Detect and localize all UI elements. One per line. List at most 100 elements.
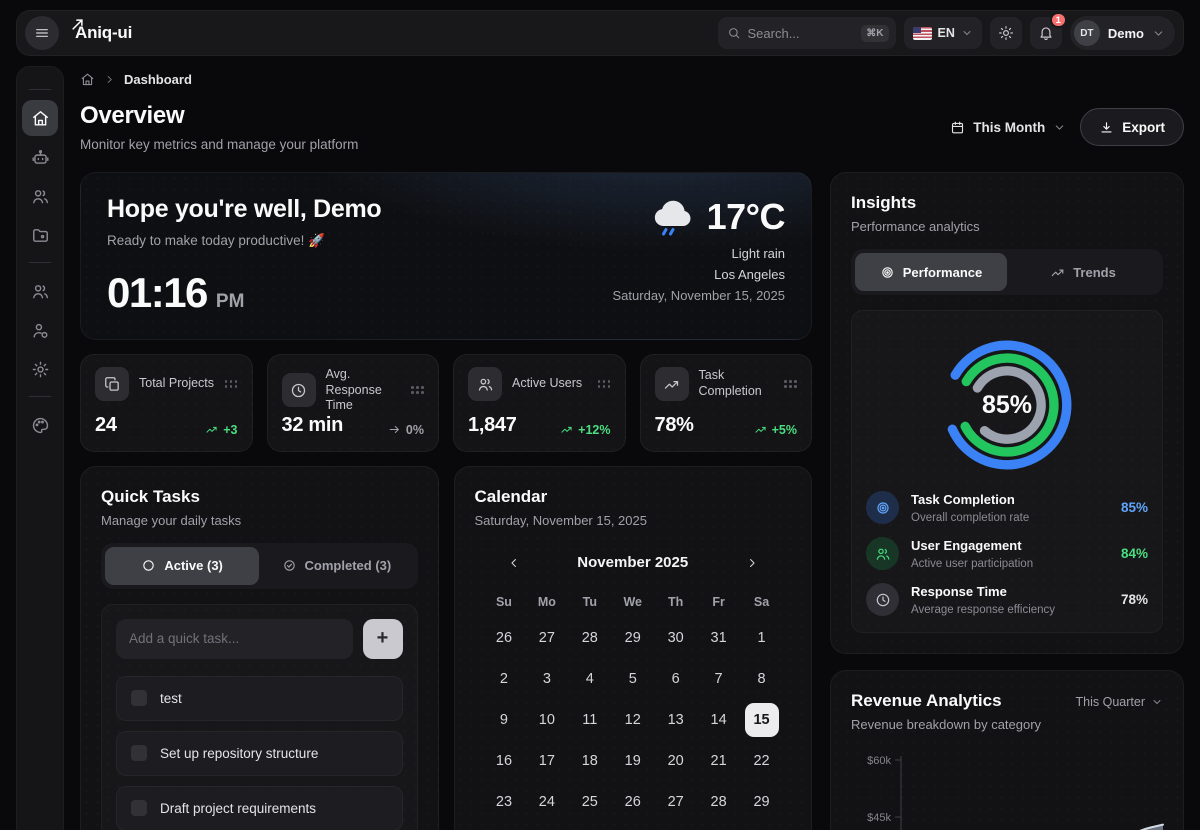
calendar-day-header: Su <box>496 590 512 614</box>
bot-icon <box>31 148 50 167</box>
calendar-day[interactable]: 3 <box>530 662 564 696</box>
quick-tasks-subtitle: Manage your daily tasks <box>101 513 418 528</box>
weather-temperature: 17°C <box>707 196 785 238</box>
task-row[interactable]: Set up repository structure <box>116 731 403 776</box>
calendar-day[interactable]: 2 <box>487 662 521 696</box>
calendar-day[interactable]: 24 <box>530 785 564 819</box>
stat-card-avg-response-time: Avg. Response Time 32 min 0% <box>267 354 440 452</box>
calendar-day[interactable]: 13 <box>659 703 693 737</box>
add-task-input[interactable] <box>116 619 353 659</box>
calendar-day[interactable]: 29 <box>745 785 779 819</box>
palette-icon <box>31 416 50 435</box>
language-selector[interactable]: EN <box>904 17 982 49</box>
calendar-day[interactable]: 28 <box>573 621 607 655</box>
drag-handle[interactable] <box>411 386 424 394</box>
drag-handle[interactable] <box>598 380 611 388</box>
tab-active-tasks[interactable]: Active (3) <box>105 547 259 585</box>
export-button[interactable]: Export <box>1080 108 1184 146</box>
sidebar-item-settings[interactable] <box>22 351 58 387</box>
calendar-day[interactable]: 17 <box>530 744 564 778</box>
users-icon <box>31 282 50 301</box>
sidebar-item-appearance[interactable] <box>22 407 58 443</box>
calendar-day[interactable]: 27 <box>530 621 564 655</box>
chevron-left-icon <box>507 556 521 570</box>
logo[interactable]: Aniq-ui <box>73 23 132 43</box>
task-row[interactable]: Draft project requirements <box>116 786 403 830</box>
home-icon[interactable] <box>80 72 95 87</box>
period-label: This Month <box>973 120 1045 135</box>
sidebar-item-projects[interactable] <box>22 217 58 253</box>
calendar-day[interactable]: 19 <box>616 744 650 778</box>
calendar-day[interactable]: 6 <box>659 662 693 696</box>
chevron-down-icon <box>961 27 973 39</box>
calendar-day[interactable]: 16 <box>487 744 521 778</box>
calendar-day[interactable]: 22 <box>745 744 779 778</box>
add-task-button[interactable]: + <box>363 619 403 659</box>
calendar-day[interactable]: 27 <box>659 785 693 819</box>
search-input[interactable] <box>748 26 855 41</box>
stat-label: Active Users <box>512 376 588 392</box>
sidebar-item-account[interactable] <box>22 312 58 348</box>
calendar-day[interactable]: 5 <box>616 662 650 696</box>
notifications-button[interactable]: 1 <box>1030 17 1062 49</box>
task-checkbox[interactable] <box>131 800 147 816</box>
circle-icon <box>141 558 156 573</box>
calendar-prev-button[interactable] <box>503 552 525 574</box>
breadcrumb-current[interactable]: Dashboard <box>124 72 192 87</box>
task-row[interactable]: test <box>116 676 403 721</box>
calendar-day[interactable]: 18 <box>573 744 607 778</box>
calendar-next-button[interactable] <box>741 552 763 574</box>
user-icon <box>31 321 50 340</box>
sidebar-item-users[interactable] <box>22 178 58 214</box>
sidebar-item-home[interactable] <box>22 100 58 136</box>
tab-completed-tasks[interactable]: Completed (3) <box>259 547 413 585</box>
calendar-day[interactable]: 8 <box>745 662 779 696</box>
calendar-day[interactable]: 25 <box>573 785 607 819</box>
calendar-day[interactable]: 7 <box>702 662 736 696</box>
calendar-day-header: Th <box>668 590 683 614</box>
search-box[interactable]: ⌘K <box>718 17 896 49</box>
calendar-day-header: Sa <box>754 590 769 614</box>
drag-handle[interactable] <box>784 380 797 388</box>
calendar-day[interactable]: 1 <box>745 621 779 655</box>
calendar-day[interactable]: 15 <box>745 703 779 737</box>
sidebar <box>16 66 64 830</box>
calendar-day[interactable]: 12 <box>616 703 650 737</box>
welcome-message: Ready to make today productive! 🚀 <box>107 233 381 249</box>
calendar-day[interactable]: 14 <box>702 703 736 737</box>
task-checkbox[interactable] <box>131 745 147 761</box>
calendar-day[interactable]: 11 <box>573 703 607 737</box>
welcome-card: Hope you're well, Demo Ready to make tod… <box>80 172 812 340</box>
period-selector[interactable]: This Month <box>950 120 1066 135</box>
tab-performance[interactable]: Performance <box>855 253 1007 291</box>
calendar-day[interactable]: 28 <box>702 785 736 819</box>
calendar-day[interactable]: 9 <box>487 703 521 737</box>
menu-toggle-button[interactable] <box>25 16 59 50</box>
calendar-day[interactable]: 31 <box>702 621 736 655</box>
calendar-day[interactable]: 4 <box>573 662 607 696</box>
revenue-area-chart: $60k$45k$30k <box>851 744 1165 830</box>
donut-ring-1 <box>931 329 1083 481</box>
user-menu[interactable]: DT Demo <box>1070 16 1175 50</box>
y-axis-tick-label: $45k <box>867 812 891 824</box>
calendar-day[interactable]: 26 <box>487 621 521 655</box>
calendar-day[interactable]: 23 <box>487 785 521 819</box>
revenue-period-selector[interactable]: This Quarter <box>1076 695 1163 709</box>
sidebar-item-team[interactable] <box>22 273 58 309</box>
calendar-day[interactable]: 26 <box>616 785 650 819</box>
theme-toggle-button[interactable] <box>990 17 1022 49</box>
calendar-day[interactable]: 30 <box>659 621 693 655</box>
calendar-day[interactable]: 20 <box>659 744 693 778</box>
sidebar-item-assistant[interactable] <box>22 139 58 175</box>
calendar-day[interactable]: 29 <box>616 621 650 655</box>
calendar-day[interactable]: 21 <box>702 744 736 778</box>
stat-label: Task Completion <box>699 368 775 399</box>
page-title: Overview <box>80 102 358 130</box>
insights-tabs: Performance Trends <box>851 249 1163 295</box>
stat-card-task-completion: Task Completion 78% +5% <box>640 354 813 452</box>
calendar-day[interactable]: 10 <box>530 703 564 737</box>
task-checkbox[interactable] <box>131 690 147 706</box>
task-list: test Set up repository structure Draft pro… <box>116 676 403 830</box>
tab-trends[interactable]: Trends <box>1007 253 1159 291</box>
drag-handle[interactable] <box>225 380 238 388</box>
